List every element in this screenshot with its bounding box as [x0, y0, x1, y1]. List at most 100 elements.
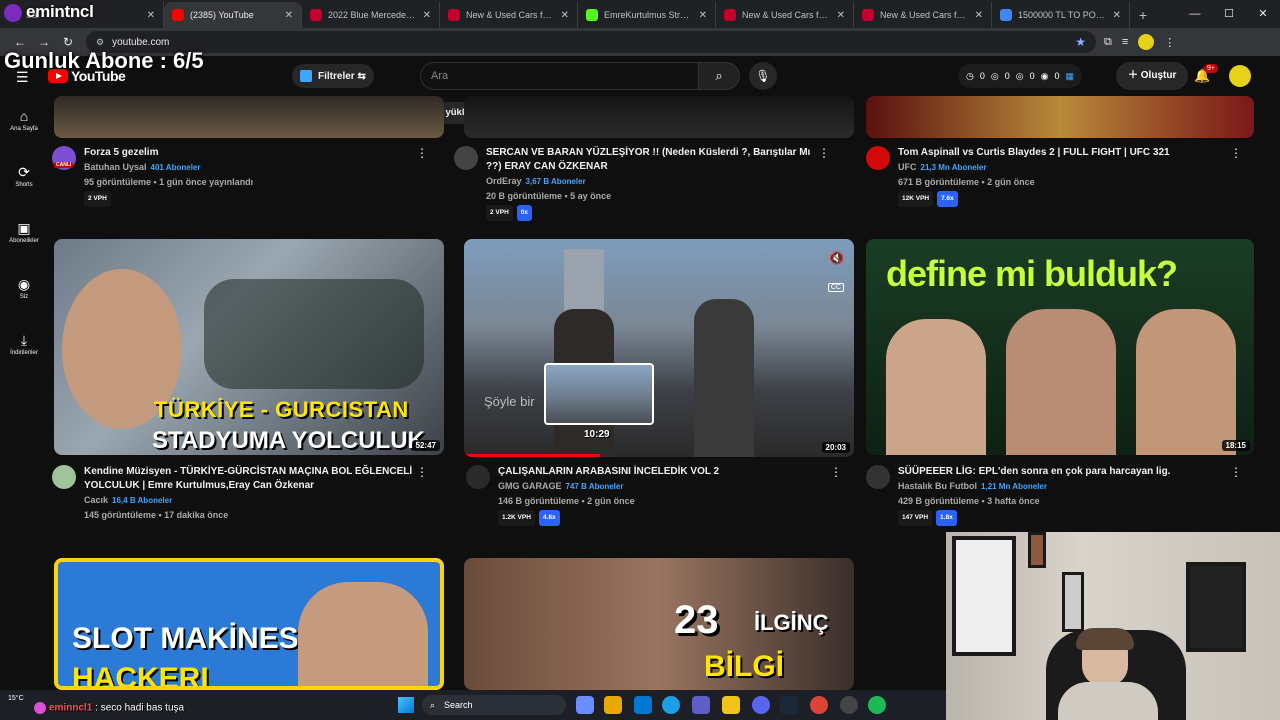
thumbnail-person — [298, 582, 428, 686]
channel-avatar[interactable] — [866, 465, 890, 489]
store-icon[interactable] — [604, 696, 622, 714]
video-thumbnail[interactable]: 23 İLGİNÇ BİLGİ — [464, 558, 854, 690]
discord-icon[interactable] — [752, 696, 770, 714]
video-thumbnail[interactable] — [866, 96, 1254, 138]
site-info-icon[interactable]: ⚙ — [96, 37, 104, 48]
copilot-icon[interactable] — [576, 696, 594, 714]
new-tab-icon[interactable]: + — [1130, 2, 1156, 28]
maximize-icon[interactable]: ☐ — [1212, 0, 1246, 28]
video-thumbnail[interactable]: TÜRKİYE - GURCISTAN STADYUMA YOLCULUK 52… — [54, 239, 444, 455]
channel-name[interactable]: OrdEray — [486, 176, 522, 186]
teams-icon[interactable] — [692, 696, 710, 714]
chat-text: : seco hadi bas tuşa — [95, 702, 185, 714]
video-thumbnail[interactable]: SLOT MAKİNESİ HACKERI — [54, 558, 444, 690]
close-window-icon[interactable]: ✕ — [1246, 0, 1280, 28]
sidebar-item-label: İndirilenler — [10, 350, 38, 356]
thumbnail-person — [694, 299, 754, 457]
url-field[interactable]: ⚙ youtube.com ★ — [86, 31, 1096, 53]
browser-tab[interactable]: 1500000 TL TO POUD - G ✕ — [992, 2, 1130, 28]
reload-icon[interactable]: ↻ — [56, 35, 80, 49]
preview-progress-bar[interactable] — [464, 454, 600, 457]
outlook-icon[interactable] — [634, 696, 652, 714]
video-title[interactable]: Kendine Müzisyen - TÜRKİYE-GÜRCİSTAN MAÇ… — [84, 465, 424, 493]
tab-close-icon[interactable]: ✕ — [837, 10, 845, 21]
vph-row: 2 VPH — [84, 189, 424, 207]
tab-close-icon[interactable]: ✕ — [1113, 10, 1121, 21]
browser-tab[interactable]: New & Used Cars for Sale ✕ — [854, 2, 992, 28]
microphone-icon[interactable]: 🎙 — [749, 62, 777, 90]
more-options-icon[interactable]: ⋮ — [416, 146, 428, 160]
sidebar-item[interactable]: ⌂ Ana Sayfa — [0, 106, 48, 156]
extensions-icon[interactable]: ⧉ — [1104, 36, 1112, 49]
account-avatar[interactable] — [1229, 65, 1251, 87]
channel-avatar[interactable] — [454, 146, 478, 170]
obs-icon[interactable] — [840, 696, 858, 714]
forward-icon[interactable]: → — [32, 35, 56, 49]
filters-button[interactable]: Filtreler ⇆ — [292, 64, 374, 88]
search-icon[interactable]: ⌕ — [698, 62, 740, 90]
file-explorer-icon[interactable] — [722, 696, 740, 714]
captions-icon[interactable]: CC — [827, 283, 844, 292]
more-options-icon[interactable]: ⋮ — [818, 146, 830, 160]
bookmark-star-icon[interactable]: ★ — [1075, 35, 1086, 49]
media-icon[interactable]: ≡ — [1122, 36, 1128, 48]
mute-icon[interactable]: 🔇 — [829, 251, 844, 265]
vph-row: 1.2K VPH 4.8x — [498, 508, 838, 526]
browser-tab[interactable]: 2022 Blue Mercedes-Benz ✕ — [302, 2, 440, 28]
weather-widget[interactable]: 15°C — [8, 694, 24, 703]
video-title[interactable]: ÇALIŞANLARIN ARABASINI İNCELEDİK VOL 2 — [498, 465, 838, 479]
taskbar-search[interactable]: ⌕ Search — [422, 695, 566, 715]
tab-close-icon[interactable]: ✕ — [147, 10, 155, 21]
sidebar-icon: ⟳ — [18, 164, 30, 180]
sidebar-item[interactable]: ⤓ İndirilenler — [0, 330, 48, 380]
channel-name[interactable]: UFC — [898, 162, 917, 172]
menu-icon[interactable]: ⋮ — [1164, 36, 1175, 49]
channel-name[interactable]: Batuhan Uysal — [84, 162, 147, 172]
more-options-icon[interactable]: ⋮ — [1230, 465, 1242, 479]
stat-value: 0 — [1029, 71, 1035, 81]
tab-close-icon[interactable]: ✕ — [423, 10, 431, 21]
channel-avatar[interactable] — [866, 146, 890, 170]
edge-icon[interactable] — [662, 696, 680, 714]
views-per-hour-badge: 147 VPH — [898, 510, 933, 526]
more-options-icon[interactable]: ⋮ — [1230, 146, 1242, 160]
video-thumbnail[interactable] — [54, 96, 444, 138]
back-icon[interactable]: ← — [8, 35, 32, 49]
chrome-icon[interactable] — [810, 696, 828, 714]
create-button[interactable]: ＋ Oluştur — [1116, 62, 1189, 90]
video-title[interactable]: SÜÜPEEER LİG: EPL'den sonra en çok para … — [898, 465, 1238, 479]
sidebar-item[interactable]: ▣ Abonelikler — [0, 218, 48, 268]
video-duration: 52:47 — [411, 440, 440, 451]
channel-avatar[interactable]: CANLI — [52, 146, 76, 170]
channel-avatar[interactable] — [466, 465, 490, 489]
more-options-icon[interactable]: ⋮ — [830, 465, 842, 479]
video-title[interactable]: SERCAN VE BARAN YÜZLEŞİYOR !! (Neden Küs… — [486, 146, 826, 174]
search-input[interactable]: Ara — [420, 62, 698, 90]
channel-avatar[interactable] — [52, 465, 76, 489]
windows-start-icon[interactable] — [398, 697, 414, 713]
channel-name[interactable]: Cacık — [84, 495, 108, 505]
channel-name[interactable]: Hastalık Bu Futbol — [898, 481, 977, 491]
video-title[interactable]: Tom Aspinall vs Curtis Blaydes 2 | FULL … — [898, 146, 1238, 160]
video-thumbnail[interactable]: define mi bulduk? 18:15 — [866, 239, 1254, 455]
profile-avatar[interactable] — [1138, 34, 1155, 50]
extension-stats[interactable]: ◷ 0 ◎ 0 ◎ 0 ◉ 0 ▦ — [958, 64, 1083, 88]
more-options-icon[interactable]: ⋮ — [416, 465, 428, 479]
channel-name[interactable]: GMG GARAGE — [498, 481, 562, 491]
sidebar-item[interactable]: ⟳ Shorts — [0, 162, 48, 212]
video-thumbnail-preview[interactable]: Şöyle bir 10:29 🔇 CC 20:03 — [464, 239, 854, 457]
browser-tab[interactable]: EmreKurtulmus Stream - ✕ — [578, 2, 716, 28]
tab-close-icon[interactable]: ✕ — [975, 10, 983, 21]
browser-tab[interactable]: New & Used Cars for Sale ✕ — [440, 2, 578, 28]
tab-close-icon[interactable]: ✕ — [699, 10, 707, 21]
tab-close-icon[interactable]: ✕ — [561, 10, 569, 21]
steam-icon[interactable] — [780, 696, 798, 714]
minimize-icon[interactable]: — — [1178, 0, 1212, 28]
tab-close-icon[interactable]: ✕ — [285, 10, 293, 21]
browser-tab[interactable]: (2385) YouTube ✕ — [164, 2, 302, 28]
spotify-icon[interactable] — [868, 696, 886, 714]
video-thumbnail[interactable] — [464, 96, 854, 138]
sidebar-item[interactable]: ◉ Siz — [0, 274, 48, 324]
video-title[interactable]: Forza 5 gezelim — [84, 146, 424, 160]
browser-tab[interactable]: New & Used Cars for Sale ✕ — [716, 2, 854, 28]
